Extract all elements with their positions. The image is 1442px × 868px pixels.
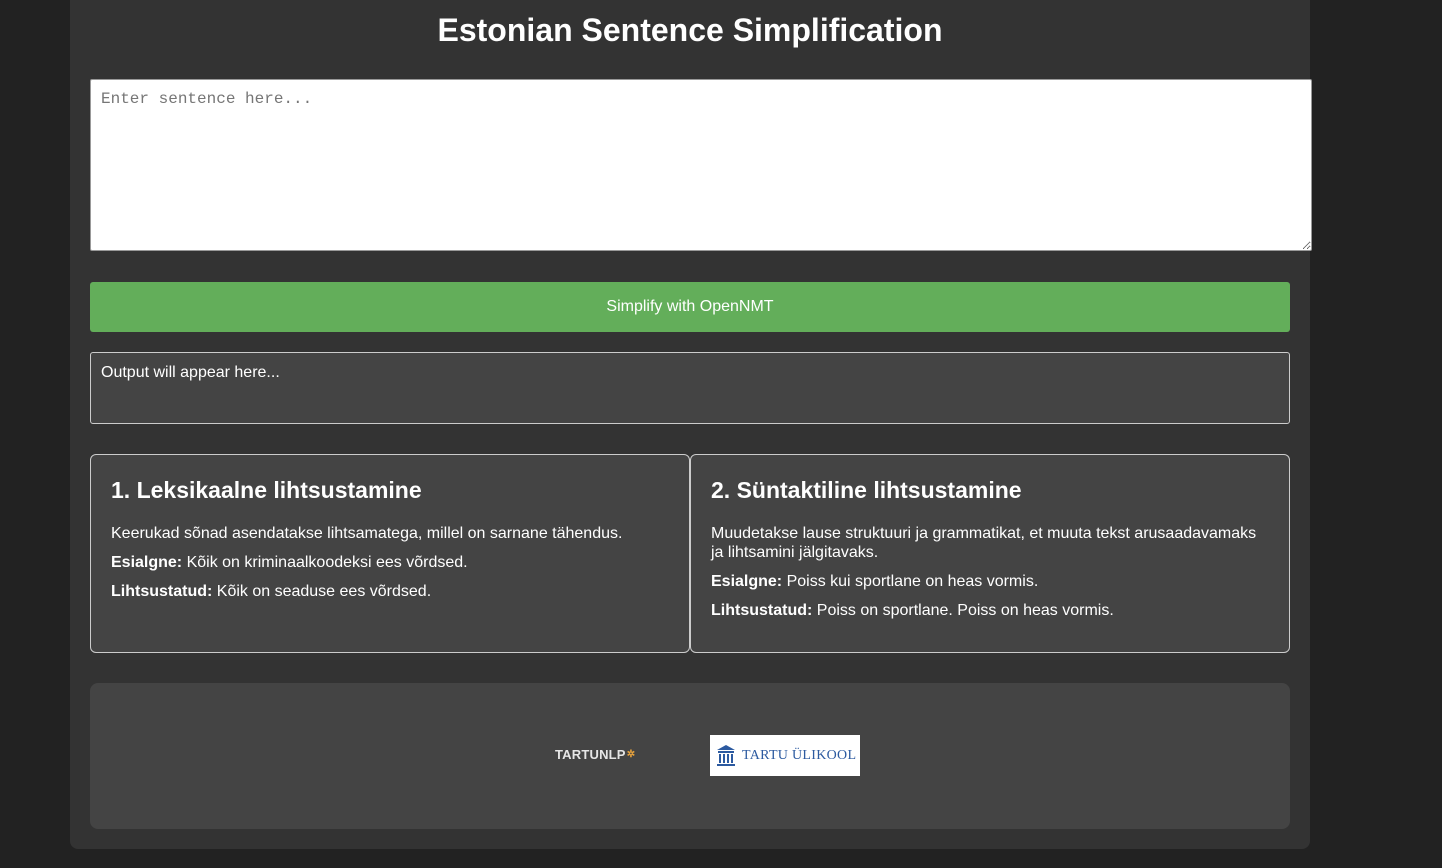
page-title: Estonian Sentence Simplification bbox=[437, 12, 943, 48]
simplified-label: Lihtsustatud: bbox=[111, 583, 213, 600]
tartunlp-logo[interactable]: TARTUNLP ✲ bbox=[555, 747, 635, 762]
simplify-button[interactable]: Simplify with OpenNMT bbox=[90, 282, 1290, 332]
original-text: Kõik on kriminaalkoodeksi ees võrdsed. bbox=[182, 554, 468, 571]
original-text: Poiss kui sportlane on heas vormis. bbox=[782, 573, 1039, 590]
sparkle-icon: ✲ bbox=[626, 749, 636, 760]
card-original-example: Esialgne: Poiss kui sportlane on heas vo… bbox=[711, 572, 1269, 591]
card-description: Keerukad sõnad asendatakse lihtsamatega,… bbox=[111, 525, 623, 542]
footer: TARTUNLP ✲ TARTU ÜLIKOOL bbox=[90, 683, 1290, 829]
tartu-ulikool-logo-text: TARTU ÜLIKOOL bbox=[742, 747, 857, 763]
sentence-input[interactable] bbox=[90, 79, 1312, 251]
output-box: Output will appear here... bbox=[90, 352, 1290, 424]
card-heading: 1. Leksikaalne lihtsustamine bbox=[111, 477, 422, 503]
tartu-ulikool-logo[interactable]: TARTU ÜLIKOOL bbox=[710, 735, 860, 776]
simplified-text: Poiss on sportlane. Poiss on heas vormis… bbox=[812, 602, 1114, 619]
simplified-label: Lihtsustatud: bbox=[711, 602, 813, 619]
card-simplified-example: Lihtsustatud: Poiss on sportlane. Poiss … bbox=[711, 601, 1269, 620]
card-description: Muudetakse lause struktuuri ja grammatik… bbox=[711, 525, 1257, 561]
lexical-simplification-card: 1. Leksikaalne lihtsustamine Keerukad sõ… bbox=[90, 454, 690, 653]
main-container: Estonian Sentence Simplification Simplif… bbox=[70, 0, 1312, 849]
original-label: Esialgne: bbox=[711, 573, 783, 590]
tartunlp-logo-text: TARTUNLP bbox=[555, 747, 626, 762]
card-heading: 2. Süntaktiline lihtsustamine bbox=[711, 477, 1022, 503]
card-simplified-example: Lihtsustatud: Kõik on seaduse ees võrdse… bbox=[111, 582, 669, 601]
card-original-example: Esialgne: Kõik on kriminaalkoodeksi ees … bbox=[111, 553, 669, 572]
simplified-text: Kõik on seaduse ees võrdsed. bbox=[212, 583, 432, 600]
original-label: Esialgne: bbox=[111, 554, 183, 571]
syntactic-simplification-card: 2. Süntaktiline lihtsustamine Muudetakse… bbox=[690, 454, 1290, 653]
output-text: Output will appear here... bbox=[101, 364, 280, 381]
university-building-icon bbox=[717, 744, 735, 766]
